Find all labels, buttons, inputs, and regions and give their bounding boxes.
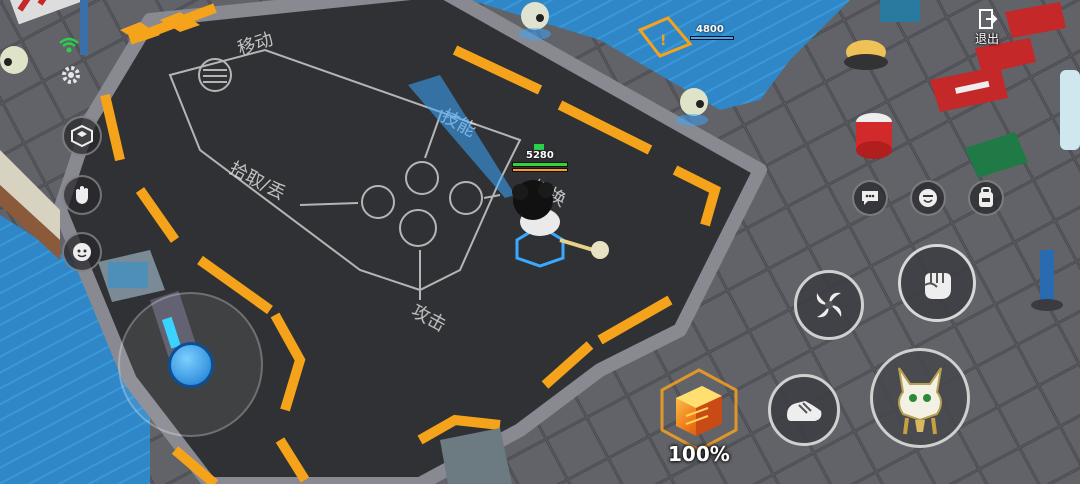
emote-button[interactable] [910,180,946,216]
slide-skill-button[interactable] [768,374,840,446]
exit-label: 退出 [974,32,999,46]
emote-face-button[interactable] [62,232,102,272]
player-health-bar [512,162,568,167]
exit-button[interactable]: 退出 [966,8,1008,50]
pipe-right [1060,70,1080,150]
machine-top-right [880,0,920,22]
map-button[interactable] [62,116,102,156]
game-screen: 移动 技能 拾取/丢 切换 攻击 [0,0,1080,484]
character-ultimate-button[interactable] [870,348,970,448]
smiley-icon [919,189,937,207]
svg-text:!: ! [660,33,666,49]
whirlwind-icon [816,292,842,318]
glowing-lamp [844,40,888,70]
backpack-button[interactable] [968,180,1004,216]
chat-button[interactable] [852,180,888,216]
gear-icon [62,66,80,84]
player-energy-bar [512,168,568,172]
joystick-knob[interactable] [168,342,214,388]
shoe-icon [787,401,822,421]
exit-door-icon [979,9,998,29]
charge-item-button[interactable]: 100% [656,368,742,468]
punch-skill-button[interactable] [898,244,976,322]
robot-npc-left [0,46,28,74]
charge-percent: 100% [668,442,730,466]
hand-signal-button[interactable] [62,175,102,215]
robot-npc-top [519,2,551,40]
enemy-hp-value: 4800 [696,24,724,35]
chat-bubble-icon [862,191,878,205]
wifi-indicator [58,36,80,54]
fist-icon [924,273,951,299]
blue-post-top [80,0,88,55]
player-status: 5280 [512,144,568,174]
player-hp-value: 5280 [526,150,554,161]
movement-joystick[interactable] [118,292,263,437]
spin-skill-button[interactable] [794,270,864,340]
face-icon [73,243,91,261]
hand-icon [76,186,88,204]
backpack-icon [979,187,993,207]
settings-button[interactable] [60,64,82,86]
enemy-health-bar [690,36,734,40]
pet-portrait-icon [898,367,942,435]
map-cube-icon [71,124,93,148]
oil-barrel [856,113,892,159]
wifi-icon [59,37,79,53]
enemy-status: 4800 [676,24,734,42]
